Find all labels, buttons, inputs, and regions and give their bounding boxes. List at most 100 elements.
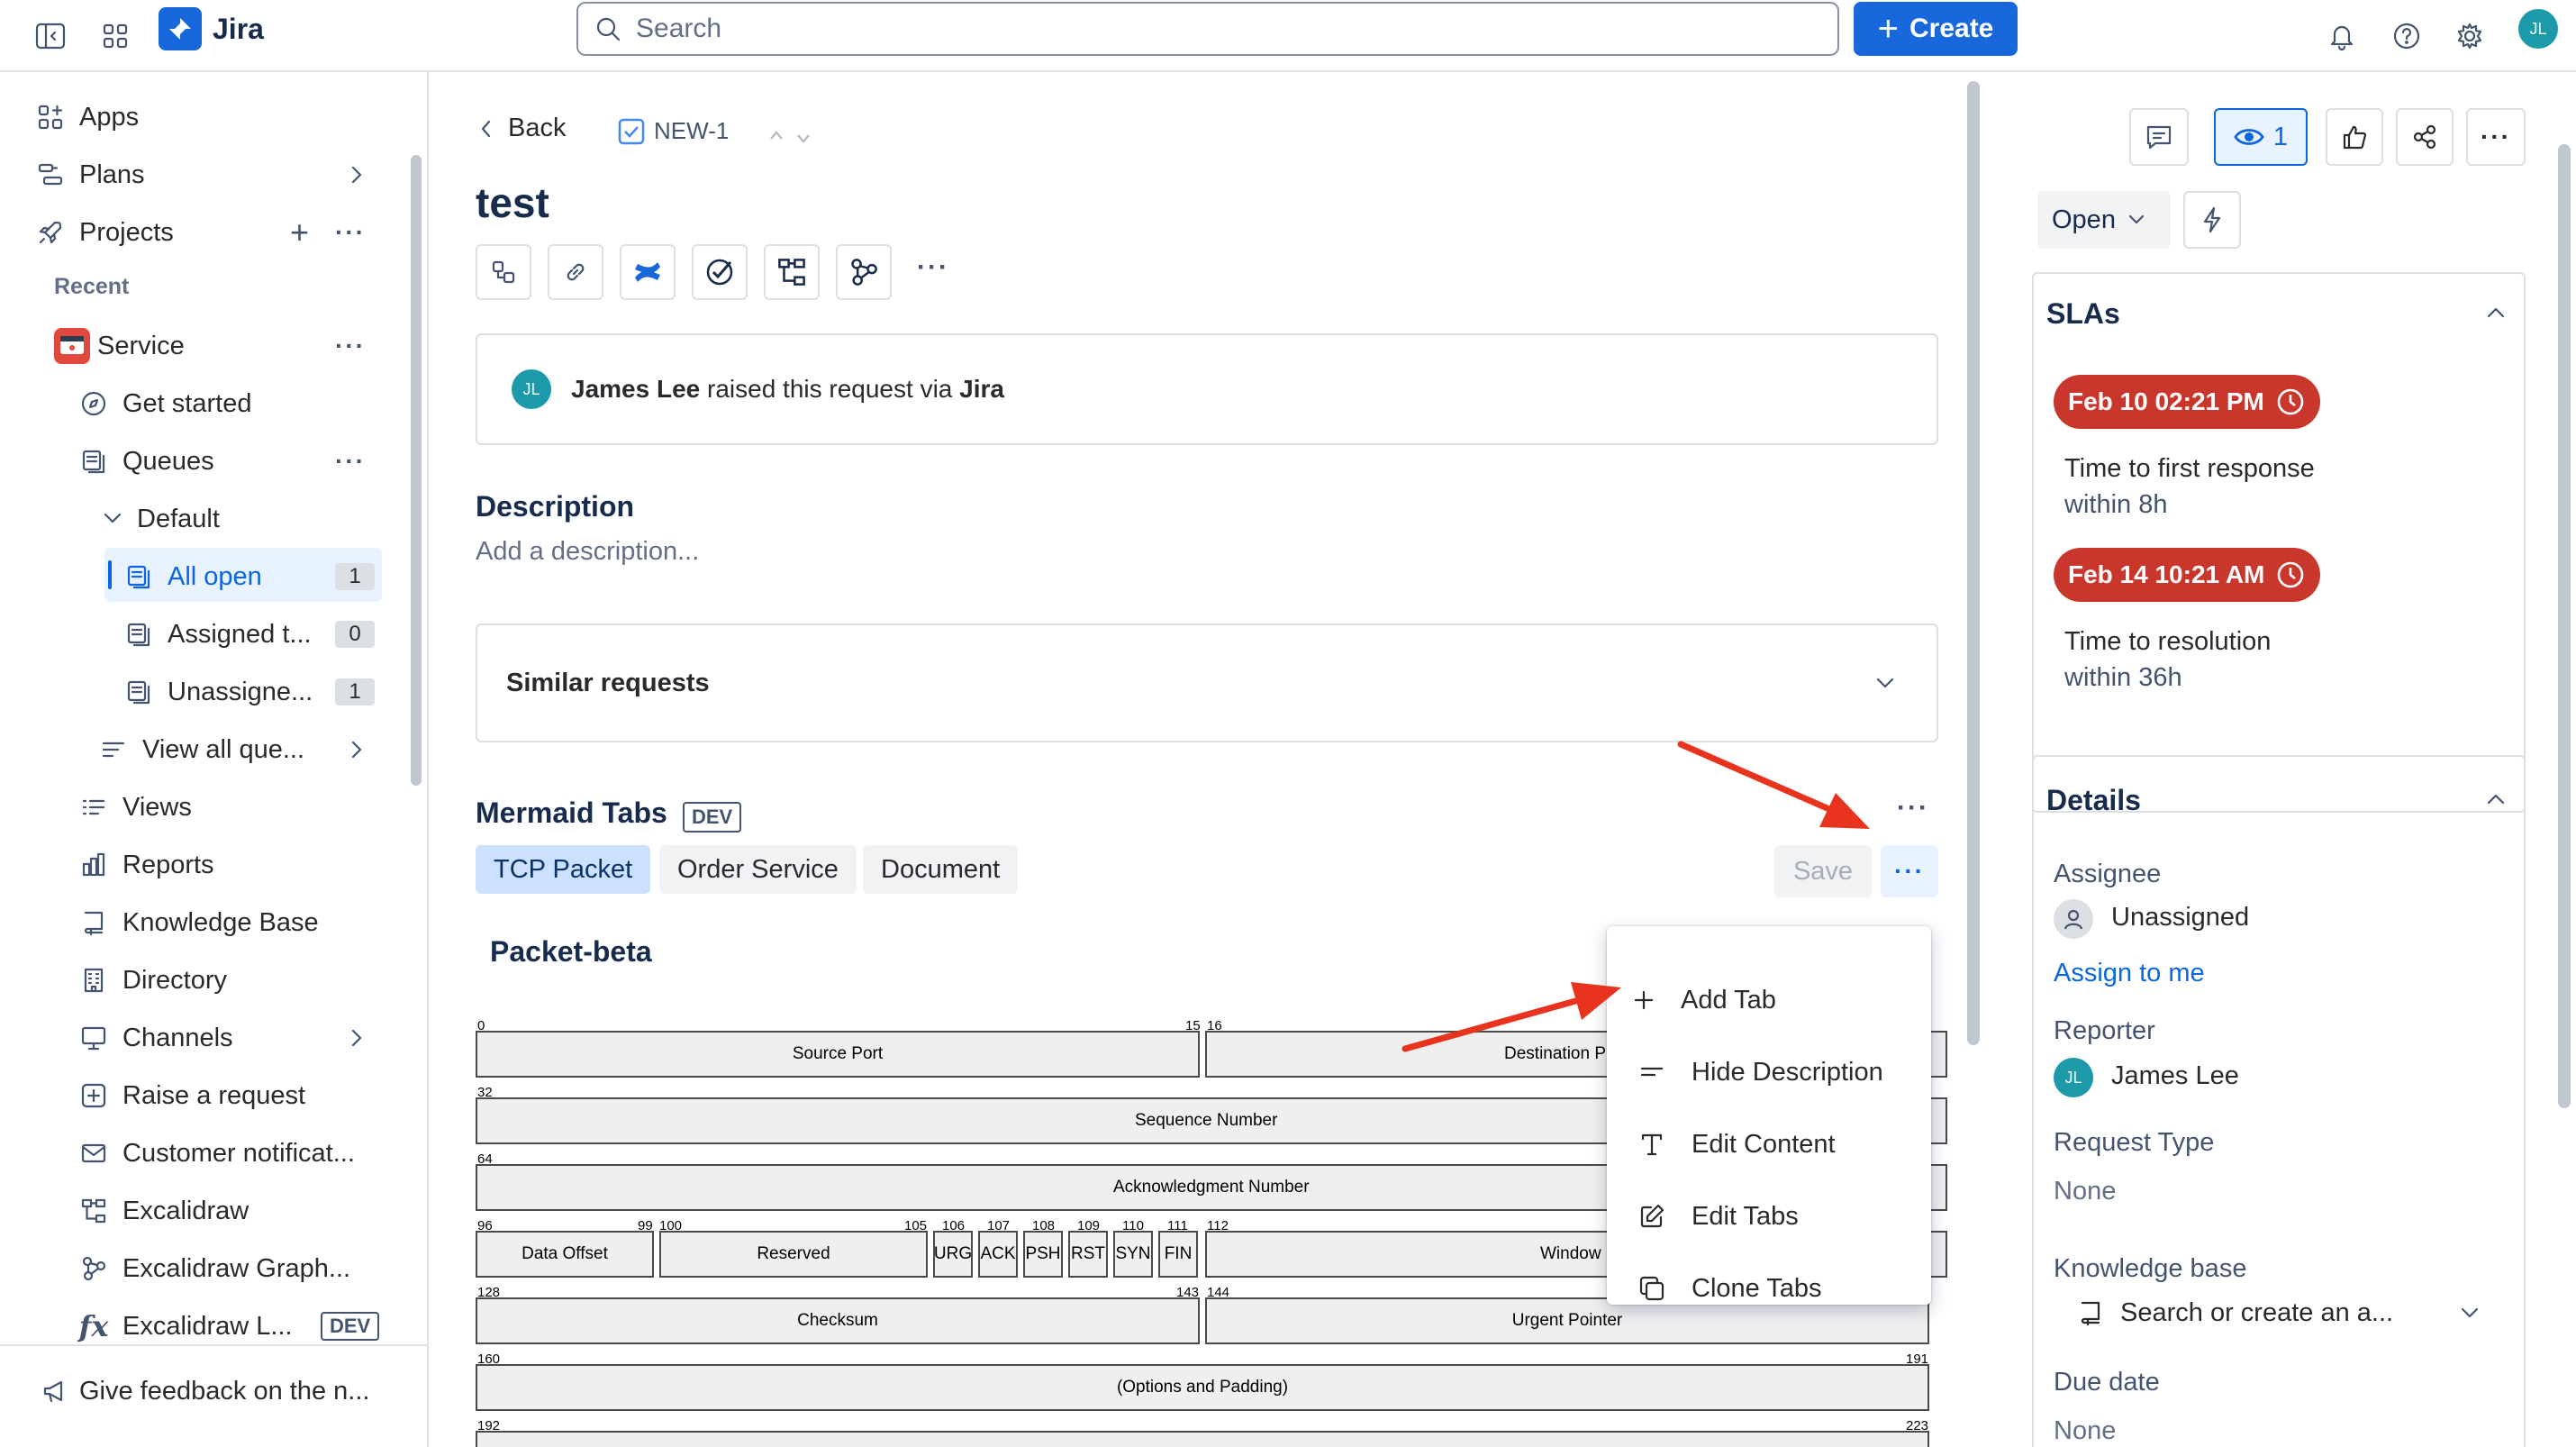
chevron-down-icon[interactable] bbox=[1873, 674, 1897, 694]
field-rst: RST bbox=[1068, 1231, 1108, 1278]
field-psh: PSH bbox=[1023, 1231, 1063, 1278]
knowledge-base-select[interactable]: Search or create an a... bbox=[2077, 1287, 2509, 1339]
settings-gear-icon[interactable] bbox=[2446, 13, 2493, 59]
automation-button[interactable] bbox=[2183, 191, 2241, 249]
task-checkbox-icon bbox=[618, 118, 645, 144]
due-date-value[interactable]: None bbox=[2054, 1416, 2116, 1446]
sidebar-item-default[interactable]: Default bbox=[99, 494, 366, 544]
main-scrollbar[interactable] bbox=[1967, 81, 1980, 1045]
sla-resolution-badge: Feb 14 10:21 AM bbox=[2054, 548, 2321, 602]
sidebar-item-reports[interactable]: Reports bbox=[76, 840, 366, 890]
menu-item-edit-tabs[interactable]: Edit Tabs bbox=[1634, 1189, 1799, 1243]
watch-button[interactable]: 1 bbox=[2214, 108, 2308, 166]
menu-item-edit-content[interactable]: Edit Content bbox=[1634, 1117, 1836, 1171]
feedback-button[interactable] bbox=[2129, 108, 2189, 166]
sidebar-item-service[interactable]: Service ··· bbox=[54, 321, 366, 371]
sidebar-item-apps[interactable]: Apps bbox=[32, 92, 366, 142]
reporter-value[interactable]: James Lee bbox=[2111, 1061, 2239, 1091]
product-name[interactable]: Jira bbox=[213, 11, 264, 47]
app-switcher-icon[interactable] bbox=[92, 13, 139, 59]
mermaid-tabs-heading: Mermaid Tabs bbox=[476, 796, 667, 829]
sidebar-toggle-icon[interactable] bbox=[27, 13, 74, 59]
help-icon[interactable] bbox=[2383, 13, 2430, 59]
checklist-button[interactable] bbox=[692, 244, 748, 300]
sidebar-item-excalidraw-graph[interactable]: Excalidraw Graph... bbox=[76, 1243, 382, 1294]
menu-item-hide-description[interactable]: Hide Description bbox=[1634, 1045, 1883, 1099]
chevron-up-icon[interactable] bbox=[2484, 303, 2508, 323]
reporter-avatar[interactable]: JL bbox=[512, 369, 551, 409]
sidebar-item-label: Unassigne... bbox=[168, 677, 313, 706]
assignee-value[interactable]: Unassigned bbox=[2111, 903, 2249, 933]
sidebar-item-assigned[interactable]: Assigned t... 0 bbox=[121, 609, 375, 660]
issue-key-breadcrumb[interactable]: NEW-1 bbox=[618, 117, 729, 145]
book-icon bbox=[2081, 1301, 2100, 1326]
raised-by-text: James Lee raised this request via Jira bbox=[571, 375, 1004, 404]
sidebar-item-unassigned[interactable]: Unassigne... 1 bbox=[121, 667, 375, 717]
sidebar-item-label: Get started bbox=[122, 388, 252, 418]
assign-to-me-link[interactable]: Assign to me bbox=[2054, 959, 2205, 988]
projects-more-icon[interactable]: ··· bbox=[335, 218, 366, 247]
issue-nav-arrows-icon[interactable] bbox=[766, 123, 825, 150]
notifications-bell-icon[interactable] bbox=[2318, 13, 2365, 59]
knowledge-base-label: Knowledge base bbox=[2054, 1254, 2247, 1283]
details-scrollbar[interactable] bbox=[2558, 144, 2571, 1108]
toolbar-more-icon[interactable]: ··· bbox=[917, 252, 949, 283]
mermaid-panel-more-icon[interactable]: ··· bbox=[1897, 793, 1929, 824]
sidebar-item-projects[interactable]: Projects + ··· bbox=[32, 207, 366, 258]
queues-more-icon[interactable]: ··· bbox=[335, 447, 366, 476]
add-project-icon[interactable]: + bbox=[290, 214, 309, 251]
vote-button[interactable] bbox=[2326, 108, 2383, 166]
building-icon bbox=[84, 968, 104, 993]
user-avatar[interactable]: JL bbox=[2518, 9, 2558, 49]
similar-requests-card[interactable]: Similar requests bbox=[476, 623, 1938, 742]
sidebar-item-label: Default bbox=[137, 504, 220, 533]
search-input[interactable]: Search bbox=[576, 2, 1839, 56]
menu-item-add-tab[interactable]: Add Tab bbox=[1630, 973, 1776, 1027]
tabs-menu-button[interactable]: ··· bbox=[1881, 845, 1938, 897]
sidebar-item-label: Projects bbox=[79, 217, 174, 247]
sidebar-item-plans[interactable]: Plans bbox=[32, 150, 366, 200]
more-actions-button[interactable]: ··· bbox=[2466, 108, 2526, 166]
sidebar-item-all-open[interactable]: All open 1 bbox=[121, 551, 375, 602]
list-icon bbox=[102, 742, 125, 758]
sla-first-response-goal: within 8h bbox=[2064, 490, 2168, 519]
sidebar-scrollbar[interactable] bbox=[411, 155, 422, 786]
add-child-issue-button[interactable] bbox=[476, 244, 531, 300]
tab-order-service[interactable]: Order Service bbox=[659, 845, 857, 894]
request-type-value[interactable]: None bbox=[2054, 1177, 2116, 1206]
service-more-icon[interactable]: ··· bbox=[335, 332, 366, 360]
share-button[interactable] bbox=[2396, 108, 2454, 166]
status-dropdown[interactable]: Open bbox=[2037, 191, 2171, 249]
sidebar-item-excalidraw[interactable]: Excalidraw bbox=[76, 1186, 366, 1236]
give-feedback-button[interactable]: Give feedback on the n... bbox=[40, 1366, 400, 1416]
raised-by-name[interactable]: James Lee bbox=[571, 375, 700, 403]
sidebar-item-raise-request[interactable]: Raise a request bbox=[76, 1070, 366, 1121]
menu-item-label: Hide Description bbox=[1692, 1057, 1883, 1087]
menu-item-clone-tabs[interactable]: Clone Tabs bbox=[1634, 1261, 1822, 1315]
description-field[interactable]: Add a description... bbox=[476, 537, 699, 567]
save-button[interactable]: Save bbox=[1774, 845, 1872, 897]
confluence-button[interactable] bbox=[620, 244, 676, 300]
field-syn: SYN bbox=[1113, 1231, 1153, 1278]
sidebar-item-channels[interactable]: Channels bbox=[76, 1013, 366, 1063]
back-button[interactable]: Back bbox=[476, 114, 566, 143]
issue-title[interactable]: test bbox=[476, 178, 549, 227]
add-square-icon bbox=[81, 1083, 106, 1108]
sidebar-item-queues[interactable]: Queues ··· bbox=[76, 436, 366, 487]
tab-tcp-packet[interactable]: TCP Packet bbox=[476, 845, 651, 894]
sidebar-item-label: All open bbox=[168, 561, 262, 591]
tab-document[interactable]: Document bbox=[863, 845, 1019, 894]
sidebar-item-directory[interactable]: Directory bbox=[76, 955, 366, 1006]
sidebar-item-view-all-queues[interactable]: View all que... bbox=[95, 724, 366, 775]
create-button[interactable]: + Create bbox=[1854, 2, 2018, 56]
sidebar-item-get-started[interactable]: Get started bbox=[76, 378, 366, 429]
plus-icon bbox=[1634, 990, 1654, 1010]
link-issue-button[interactable] bbox=[548, 244, 603, 300]
excalidraw-graph-button[interactable] bbox=[836, 244, 892, 300]
sidebar-item-knowledge-base[interactable]: Knowledge Base bbox=[76, 897, 366, 948]
sidebar-item-views[interactable]: Views bbox=[76, 782, 366, 833]
jira-logo-icon[interactable] bbox=[159, 7, 202, 50]
chevron-up-icon[interactable] bbox=[2484, 789, 2508, 809]
sidebar-item-customer-notifications[interactable]: Customer notificat... bbox=[76, 1128, 382, 1179]
excalidraw-button[interactable] bbox=[764, 244, 820, 300]
